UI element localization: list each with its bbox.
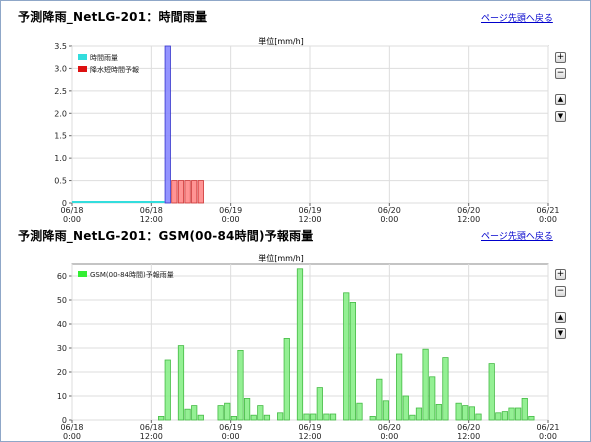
- chart-1-scroll-down-button[interactable]: ▼: [555, 111, 566, 122]
- chart-1-scroll-up-button[interactable]: ▲: [555, 94, 566, 105]
- chart-2-unit-label: 単位[mm/h]: [258, 254, 304, 263]
- chart-2-zoom-in-button[interactable]: +: [555, 269, 566, 280]
- chart-2-scroll-down-button[interactable]: ▼: [555, 328, 566, 339]
- chart-1-title: 予測降雨_NetLG-201：時間雨量: [18, 10, 208, 24]
- back-to-top-link-2[interactable]: ページ先頭へ戻る: [481, 229, 553, 242]
- chart-2-scroll-up-button[interactable]: ▲: [555, 312, 566, 323]
- chart-1-zoom-in-button[interactable]: +: [555, 52, 566, 63]
- back-to-top-link-1[interactable]: ページ先頭へ戻る: [481, 11, 553, 24]
- window-frame: [0, 0, 591, 442]
- chart-2-title: 予測降雨_NetLG-201：GSM(00-84時間)予報雨量: [18, 229, 314, 243]
- chart-1-unit-label: 単位[mm/h]: [258, 37, 304, 46]
- chart-1-zoom-out-button[interactable]: −: [555, 68, 566, 79]
- chart-2-zoom-out-button[interactable]: −: [555, 286, 566, 297]
